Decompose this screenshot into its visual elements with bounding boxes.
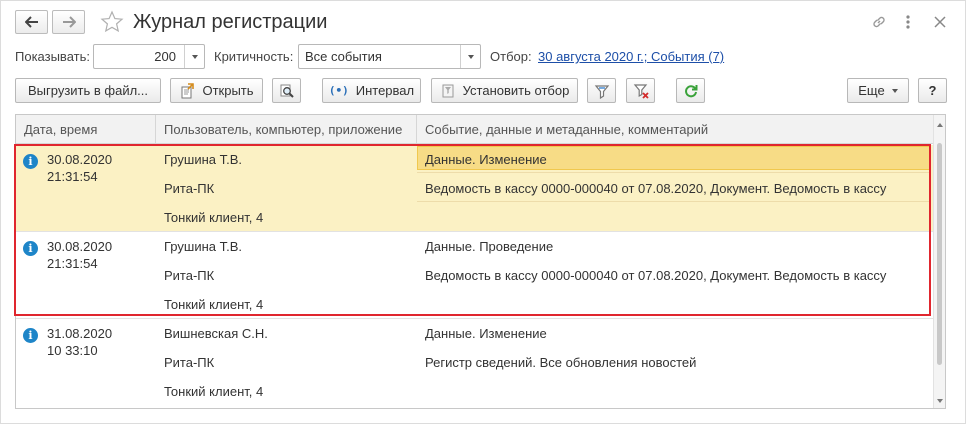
row-user: Грушина Т.В. <box>164 239 242 254</box>
table-row[interactable]: i 31.08.2020 10 33:10 Вишневская С.Н. Ри… <box>16 319 934 406</box>
more-button[interactable]: Еще <box>847 78 909 103</box>
event-log-table[interactable]: Дата, время Пользователь, компьютер, при… <box>15 114 946 409</box>
row-data: Ведомость в кассу 0000-000040 от 07.08.2… <box>425 181 887 196</box>
table-header: Дата, время Пользователь, компьютер, при… <box>16 115 934 144</box>
row-date: 31.08.2020 <box>47 326 113 341</box>
row-application: Тонкий клиент, 4 <box>164 210 264 225</box>
row-application: Тонкий клиент, 4 <box>164 384 264 399</box>
show-count-dropdown[interactable] <box>184 45 204 68</box>
row-data: Ведомость в кассу 0000-000040 от 07.08.2… <box>425 268 887 283</box>
row-data: Регистр сведений. Все обновления новосте… <box>425 355 697 370</box>
find-button[interactable] <box>272 78 301 103</box>
criticality-value: Все события <box>305 49 382 64</box>
back-button[interactable] <box>15 10 48 34</box>
cell-band <box>417 201 931 230</box>
row-application: Тонкий клиент, 4 <box>164 297 264 312</box>
refresh-icon <box>684 84 697 97</box>
close-icon[interactable] <box>930 12 950 32</box>
scroll-up-icon[interactable] <box>937 123 943 127</box>
column-header-user[interactable]: Пользователь, компьютер, приложение <box>156 115 416 144</box>
help-button[interactable]: ? <box>918 78 947 103</box>
scrollbar-thumb[interactable] <box>937 143 942 365</box>
favorite-star-icon[interactable] <box>99 9 125 35</box>
row-computer: Рита-ПК <box>164 355 215 370</box>
interval-label: Интервал <box>355 83 415 98</box>
interval-icon: (•) <box>328 84 349 97</box>
row-event: Данные. Проведение <box>425 239 554 254</box>
row-computer: Рита-ПК <box>164 181 215 196</box>
open-label: Открыть <box>202 83 254 98</box>
row-user: Грушина Т.В. <box>164 152 242 167</box>
set-filter-button[interactable]: Установить отбор <box>431 78 578 103</box>
funnel-icon <box>594 84 609 99</box>
set-filter-label: Установить отбор <box>462 83 570 98</box>
column-header-date[interactable]: Дата, время <box>16 115 155 144</box>
chevron-down-icon <box>191 54 198 59</box>
interval-button[interactable]: (•) Интервал <box>322 78 421 103</box>
show-count-field[interactable]: 200 <box>93 44 205 69</box>
filter-by-value-button[interactable] <box>587 78 616 103</box>
more-vertical-icon[interactable] <box>898 12 918 32</box>
vertical-scrollbar[interactable] <box>933 115 945 408</box>
arrow-left-icon <box>24 16 38 28</box>
selection-label: Отбор: <box>490 49 532 64</box>
row-event: Данные. Изменение <box>425 152 547 167</box>
row-date: 30.08.2020 <box>47 152 113 167</box>
criticality-label: Критичность: <box>214 49 294 64</box>
forward-button[interactable] <box>52 10 85 34</box>
export-to-file-button[interactable]: Выгрузить в файл... <box>15 78 161 103</box>
more-label: Еще <box>858 83 885 98</box>
show-label: Показывать: <box>15 49 90 64</box>
chevron-down-icon <box>891 88 898 93</box>
set-filter-icon <box>440 83 456 99</box>
criticality-select[interactable]: Все события <box>298 44 481 69</box>
open-button[interactable]: Открыть <box>170 78 263 103</box>
criticality-dropdown[interactable] <box>460 45 480 68</box>
table-row[interactable]: i 30.08.2020 21:31:54 Грушина Т.В. Рита-… <box>16 232 934 319</box>
info-icon: i <box>23 328 38 343</box>
arrow-right-icon <box>62 16 76 28</box>
window: Журнал регистрации Показывать: 200 Крити… <box>0 0 966 424</box>
selection-link[interactable]: 30 августа 2020 г.; События (7) <box>538 49 724 65</box>
row-computer: Рита-ПК <box>164 268 215 283</box>
column-header-event[interactable]: Событие, данные и метаданные, комментари… <box>417 115 934 144</box>
refresh-button[interactable] <box>676 78 705 103</box>
show-count-value: 200 <box>154 49 176 64</box>
row-time: 21:31:54 <box>47 169 98 184</box>
help-label: ? <box>928 83 937 98</box>
open-document-icon <box>179 82 195 99</box>
chevron-down-icon <box>467 54 474 59</box>
link-icon[interactable] <box>869 12 889 32</box>
row-event: Данные. Изменение <box>425 326 547 341</box>
funnel-clear-icon <box>633 83 649 99</box>
scroll-down-icon[interactable] <box>937 399 943 403</box>
row-date: 30.08.2020 <box>47 239 113 254</box>
info-icon: i <box>23 241 38 256</box>
page-title: Журнал регистрации <box>133 11 328 33</box>
row-user: Вишневская С.Н. <box>164 326 268 341</box>
info-icon: i <box>23 154 38 169</box>
clear-filter-button[interactable] <box>626 78 655 103</box>
search-icon <box>280 84 294 98</box>
row-time: 10 33:10 <box>47 343 98 358</box>
row-time: 21:31:54 <box>47 256 98 271</box>
table-row[interactable]: i 30.08.2020 21:31:54 Грушина Т.В. Рита-… <box>16 145 934 232</box>
export-to-file-label: Выгрузить в файл... <box>27 83 149 98</box>
